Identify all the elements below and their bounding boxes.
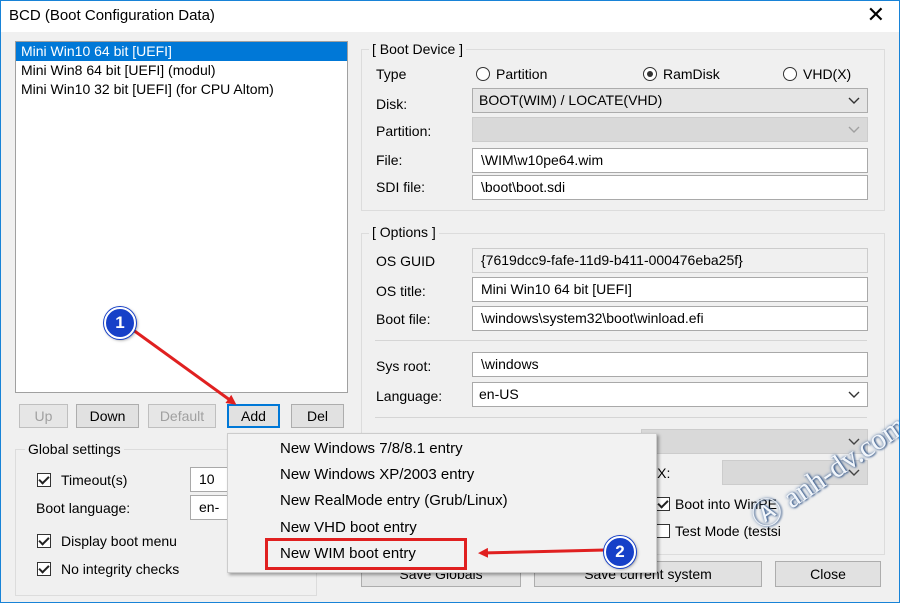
step-1-badge: 1 <box>104 307 136 339</box>
step-2-badge: 2 <box>604 536 636 568</box>
arrow-to-wim <box>478 547 606 558</box>
bcd-window: BCD (Boot Configuration Data) ✕ Mini Win… <box>0 0 900 603</box>
arrow-to-add <box>128 325 237 405</box>
